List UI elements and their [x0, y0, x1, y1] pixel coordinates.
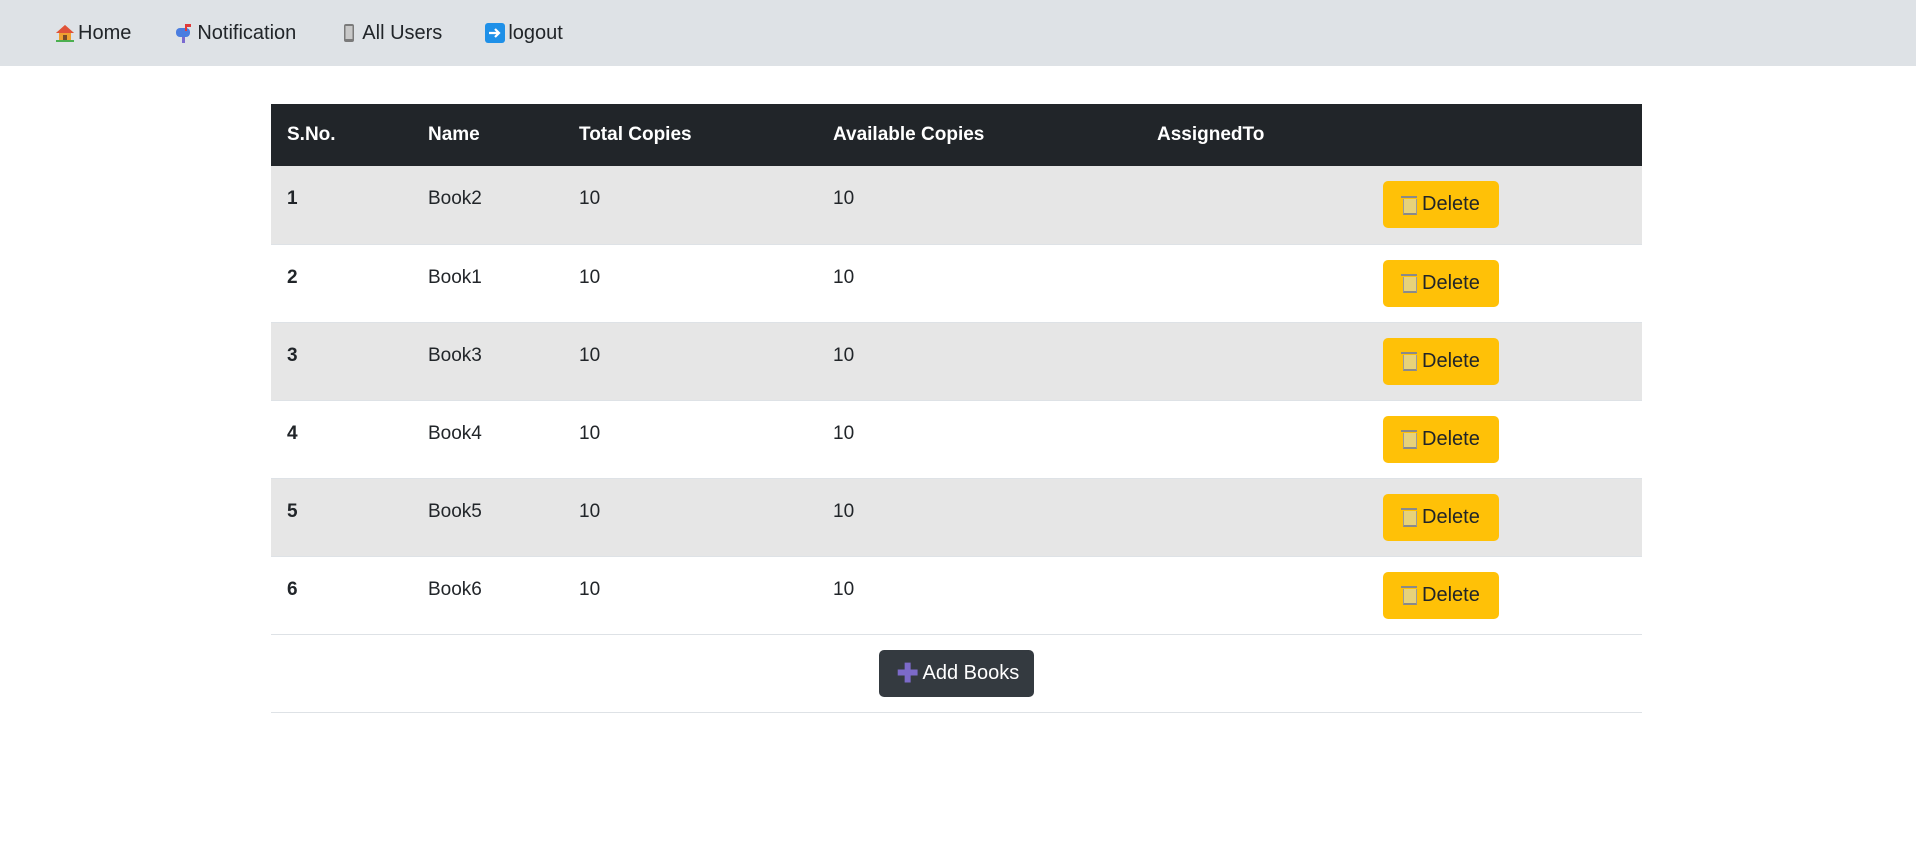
- cell-available-copies: 10: [833, 500, 855, 522]
- nav-logout[interactable]: logout: [484, 22, 563, 45]
- cell-action: Delete: [1383, 166, 1642, 244]
- cell-available-copies: 10: [833, 422, 855, 444]
- table-row: 5 Book5 10 10 Delete: [271, 478, 1642, 556]
- cell-available-copies: 10: [833, 344, 855, 366]
- cell-sno: 5: [287, 500, 298, 522]
- cell-available-copies: 10: [833, 188, 855, 209]
- header-name: Name: [428, 124, 480, 145]
- cell-assigned-to: [1141, 322, 1383, 400]
- delete-button-label: Delete: [1422, 427, 1480, 450]
- nav-logout-label: logout: [508, 21, 563, 44]
- books-table-container: S.No. Name Total Copies Available Copies…: [271, 104, 1642, 713]
- phone-icon: [338, 22, 360, 44]
- cell-sno: 6: [287, 578, 298, 600]
- trash-icon: [1401, 430, 1417, 449]
- header-sno: S.No.: [287, 124, 336, 145]
- table-row: 1 Book2 10 10 Delete: [271, 166, 1642, 244]
- delete-button[interactable]: Delete: [1383, 415, 1499, 463]
- nav-all-users[interactable]: All Users: [338, 22, 442, 45]
- trash-icon: [1401, 274, 1417, 293]
- delete-button[interactable]: Delete: [1383, 181, 1499, 228]
- cell-total-copies: 10: [579, 500, 601, 522]
- cell-assigned-to: [1141, 478, 1383, 556]
- top-navbar: Home Notification All Users logout: [0, 0, 1916, 66]
- cell-name: Book4: [428, 422, 482, 444]
- trash-icon: [1401, 508, 1417, 527]
- header-total-copies: Total Copies: [579, 124, 692, 145]
- cell-assigned-to: [1141, 166, 1383, 244]
- delete-button-label: Delete: [1422, 271, 1480, 294]
- cell-sno: 2: [287, 266, 298, 288]
- delete-button[interactable]: Delete: [1383, 337, 1499, 385]
- nav-home[interactable]: Home: [54, 22, 131, 45]
- add-books-label: Add Books: [922, 661, 1020, 684]
- cell-action: Delete: [1383, 478, 1642, 556]
- cell-available-copies: 10: [833, 266, 855, 288]
- footer-cell: ✚ Add Books: [271, 634, 1642, 712]
- delete-button-label: Delete: [1422, 583, 1480, 606]
- delete-button[interactable]: Delete: [1383, 493, 1499, 541]
- cell-sno: 3: [287, 344, 298, 366]
- add-books-button[interactable]: ✚ Add Books: [878, 649, 1035, 697]
- cell-name: Book6: [428, 578, 482, 600]
- trash-icon: [1401, 352, 1417, 371]
- cell-available-copies: 10: [833, 578, 855, 600]
- trash-icon: [1401, 195, 1417, 215]
- cell-sno: 4: [287, 422, 298, 444]
- delete-button-label: Delete: [1422, 505, 1480, 528]
- table-header-row: S.No. Name Total Copies Available Copies…: [271, 104, 1642, 166]
- books-table: S.No. Name Total Copies Available Copies…: [271, 104, 1642, 713]
- cell-assigned-to: [1141, 400, 1383, 478]
- cell-assigned-to: [1141, 244, 1383, 322]
- cell-name: Book1: [428, 266, 482, 288]
- nav-notification-label: Notification: [197, 21, 297, 44]
- delete-button[interactable]: Delete: [1383, 259, 1499, 307]
- table-row: 6 Book6 10 10 Delete: [271, 556, 1642, 634]
- plus-icon: ✚: [896, 658, 919, 688]
- delete-button[interactable]: Delete: [1383, 571, 1499, 619]
- house-icon: [54, 22, 76, 44]
- cell-name: Book5: [428, 500, 482, 522]
- cell-total-copies: 10: [579, 266, 601, 288]
- cell-action: Delete: [1383, 322, 1642, 400]
- cell-action: Delete: [1383, 556, 1642, 634]
- cell-name: Book2: [428, 188, 482, 209]
- cell-total-copies: 10: [579, 188, 601, 209]
- nav-home-label: Home: [78, 21, 132, 44]
- cell-assigned-to: [1141, 556, 1383, 634]
- table-footer-row: ✚ Add Books: [271, 634, 1642, 712]
- cell-total-copies: 10: [579, 422, 601, 444]
- cell-total-copies: 10: [579, 578, 601, 600]
- nav-all-users-label: All Users: [362, 21, 443, 44]
- cell-action: Delete: [1383, 244, 1642, 322]
- arrow-right-icon: [484, 22, 506, 44]
- header-available-copies: Available Copies: [833, 124, 985, 145]
- table-row: 3 Book3 10 10 Delete: [271, 322, 1642, 400]
- header-action: [1383, 104, 1642, 166]
- cell-sno: 1: [287, 188, 298, 209]
- trash-icon: [1401, 586, 1417, 605]
- cell-total-copies: 10: [579, 344, 601, 366]
- mailbox-icon: [173, 22, 195, 44]
- table-row: 4 Book4 10 10 Delete: [271, 400, 1642, 478]
- header-assigned-to: AssignedTo: [1157, 124, 1265, 145]
- delete-button-label: Delete: [1422, 349, 1480, 372]
- cell-action: Delete: [1383, 400, 1642, 478]
- delete-button-label: Delete: [1422, 193, 1480, 215]
- cell-name: Book3: [428, 344, 482, 366]
- table-row: 2 Book1 10 10 Delete: [271, 244, 1642, 322]
- nav-notification[interactable]: Notification: [173, 22, 296, 45]
